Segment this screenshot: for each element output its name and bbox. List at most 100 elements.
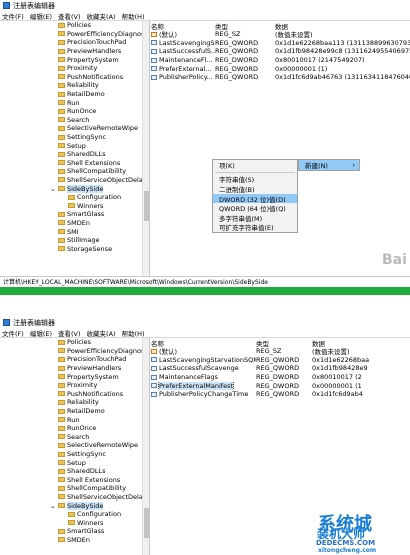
tree-item[interactable]: PropertySystem <box>0 372 149 381</box>
tree-scrollbar[interactable] <box>142 21 149 287</box>
menu-favorites[interactable]: 收藏夹(A) <box>87 328 116 338</box>
tree-item[interactable]: Run <box>0 415 149 424</box>
tree-item[interactable]: PowerEfficiencyDiagnostics <box>0 30 149 39</box>
context-menu-item[interactable]: 多字符串值(M) <box>213 213 297 223</box>
tree-item-label: SmartGlass <box>67 527 105 536</box>
tree-item[interactable]: Reliability <box>0 81 149 90</box>
menu-help[interactable]: 帮助(H) <box>122 11 145 21</box>
menu-view[interactable]: 查看(V) <box>58 328 81 338</box>
menu-favorites[interactable]: 收藏夹(A) <box>87 11 116 21</box>
tree-item[interactable]: RetailDemo <box>0 407 149 416</box>
tree-item[interactable]: SmartGlass <box>0 210 149 219</box>
value-row[interactable]: LastSuccessfulS... REG_QWORD 0x1d1fb98428e… <box>151 47 410 56</box>
value-row[interactable]: MaintenanceFlags REG_DWORD 0x80010017 (2 <box>151 373 410 382</box>
tree-item[interactable]: PropertySystem <box>0 55 149 64</box>
value-row[interactable]: (默认) REG_SZ (数值未设置) <box>151 347 410 356</box>
value-row[interactable]: PublisherPolicy... REG_QWORD 0x1d1fc6d9ab4… <box>151 73 410 82</box>
tree-item[interactable]: Run <box>0 98 149 107</box>
chevron-down-icon[interactable]: ⌄ <box>50 185 58 193</box>
value-row[interactable]: PreferExternalManifest REG_DWORD 0x0000000… <box>151 381 410 390</box>
tree-item[interactable]: SelectiveRemoteWipe <box>0 124 149 133</box>
tree-item[interactable]: Policies <box>0 338 149 347</box>
tree-item[interactable]: Configuration <box>0 193 149 202</box>
col-type[interactable]: 类型 <box>256 338 312 347</box>
menu-file[interactable]: 文件(F) <box>2 328 24 338</box>
context-menu-item[interactable]: 二进制值(B) <box>213 184 297 194</box>
tree-item[interactable]: PrecisionTouchPad <box>0 38 149 47</box>
tree-item[interactable]: SMDEn <box>0 536 149 545</box>
tree-item[interactable]: Policies <box>0 21 149 30</box>
tree-item[interactable]: SharedDLLs <box>0 150 149 159</box>
menu-edit[interactable]: 编辑(E) <box>30 328 52 338</box>
tree-scrollbar[interactable] <box>142 338 149 555</box>
context-menu-item[interactable]: DWORD (32 位)值(D) <box>213 193 297 204</box>
tree-item[interactable]: SelectiveRemoteWipe <box>0 441 149 450</box>
tree-item[interactable]: Search <box>0 433 149 442</box>
menu-help[interactable]: 帮助(H) <box>122 328 145 338</box>
tree-item[interactable]: Shell Extensions <box>0 159 149 168</box>
menu-item-new[interactable]: 新建(N) › <box>299 160 359 170</box>
key-tree[interactable]: Policies PowerEfficiencyDiagnostics Precis… <box>0 338 150 555</box>
tree-item[interactable]: RunOnce <box>0 424 149 433</box>
value-row[interactable]: LastSuccessfulScavenge REG_QWORD 0x1d1fb98… <box>151 364 410 373</box>
tree-item[interactable]: StillImage <box>0 236 149 245</box>
tree-item[interactable]: StorageSense <box>0 244 149 253</box>
tree-item-label: ShellCompatibility <box>67 167 127 176</box>
tree-item-label: RetailDemo <box>67 407 105 416</box>
context-menu-item[interactable]: 可扩充字符串值(E) <box>213 223 297 232</box>
tree-item[interactable]: Winners <box>0 518 149 527</box>
value-type: REG_DWORD <box>215 64 258 73</box>
folder-icon <box>68 203 75 209</box>
chevron-down-icon[interactable]: ⌄ <box>50 502 58 510</box>
tree-item[interactable]: Setup <box>0 141 149 150</box>
tree-item[interactable]: Reliability <box>0 398 149 407</box>
value-row[interactable]: LastScavengingS... REG_QWORD 0x1d1e62268ba… <box>151 39 410 48</box>
tree-item[interactable]: PrecisionTouchPad <box>0 355 149 364</box>
context-menu-item[interactable]: QWORD (64 位)值(Q) <box>213 203 297 213</box>
menu-file[interactable]: 文件(F) <box>2 11 24 21</box>
menu-edit[interactable]: 编辑(E) <box>30 11 52 21</box>
tree-item[interactable]: ⌄ SideBySide <box>0 184 149 193</box>
tree-item[interactable]: Shell Extensions <box>0 476 149 485</box>
col-type[interactable]: 类型 <box>215 21 275 30</box>
tree-item[interactable]: SMDEn <box>0 219 149 228</box>
tree-item[interactable]: ShellServiceObjectDelayLoa <box>0 493 149 502</box>
tree-item[interactable]: ShellServiceObjectDelayLoa <box>0 176 149 185</box>
tree-item[interactable]: ⌄ SideBySide <box>0 501 149 510</box>
tree-item[interactable]: ShellCompatibility <box>0 167 149 176</box>
tree-item[interactable]: SMI <box>0 227 149 236</box>
value-row[interactable]: PublisherPolicyChangeTime REG_QWORD 0x1d1f… <box>151 390 410 399</box>
value-list[interactable]: 名称 类型 数据 (默认) REG_SZ (数值未设置) LastScavenging… <box>151 21 410 287</box>
tree-item[interactable]: PowerEfficiencyDiagnostics <box>0 347 149 356</box>
value-row[interactable]: MaintenanceFl... REG_DWORD 0x80010017 (214… <box>151 56 410 65</box>
context-menu-item[interactable]: 项(K) <box>213 160 297 170</box>
tree-item[interactable]: Winners <box>0 201 149 210</box>
tree-item-label: Search <box>67 432 90 441</box>
tree-item[interactable]: ShellCompatibility <box>0 484 149 493</box>
value-row[interactable]: PreferExternal... REG_DWORD 0x00000001 (1) <box>151 64 410 73</box>
tree-item[interactable]: SettingSync <box>0 133 149 142</box>
key-tree[interactable]: Policies PowerEfficiencyDiagnostics Precis… <box>0 21 150 287</box>
tree-item[interactable]: SmartGlass <box>0 527 149 536</box>
tree-item[interactable]: PreviewHandlers <box>0 364 149 373</box>
menu-view[interactable]: 查看(V) <box>58 11 81 21</box>
tree-item[interactable]: PreviewHandlers <box>0 47 149 56</box>
context-menu-item[interactable]: 字符串值(S) <box>213 175 297 184</box>
value-row[interactable]: (默认) REG_SZ (数值未设置) <box>151 30 410 39</box>
tree-item[interactable]: SharedDLLs <box>0 467 149 476</box>
tree-item[interactable]: RetailDemo <box>0 90 149 99</box>
tree-item-label: SmartGlass <box>67 210 105 219</box>
tree-item[interactable]: Configuration <box>0 510 149 519</box>
window-title: 注册表编辑器 <box>13 1 55 10</box>
tree-item-label: Configuration <box>77 510 122 519</box>
tree-item[interactable]: PushNotifications <box>0 73 149 82</box>
tree-item[interactable]: PushNotifications <box>0 390 149 399</box>
tree-item-label: Proximity <box>67 64 98 73</box>
value-row[interactable]: LastScavengingStarvationSQMReportREG_QWO… <box>151 356 410 365</box>
tree-item[interactable]: Proximity <box>0 64 149 73</box>
tree-item[interactable]: Setup <box>0 458 149 467</box>
tree-item[interactable]: Search <box>0 116 149 125</box>
tree-item[interactable]: SettingSync <box>0 450 149 459</box>
tree-item[interactable]: Proximity <box>0 381 149 390</box>
tree-item[interactable]: RunOnce <box>0 107 149 116</box>
